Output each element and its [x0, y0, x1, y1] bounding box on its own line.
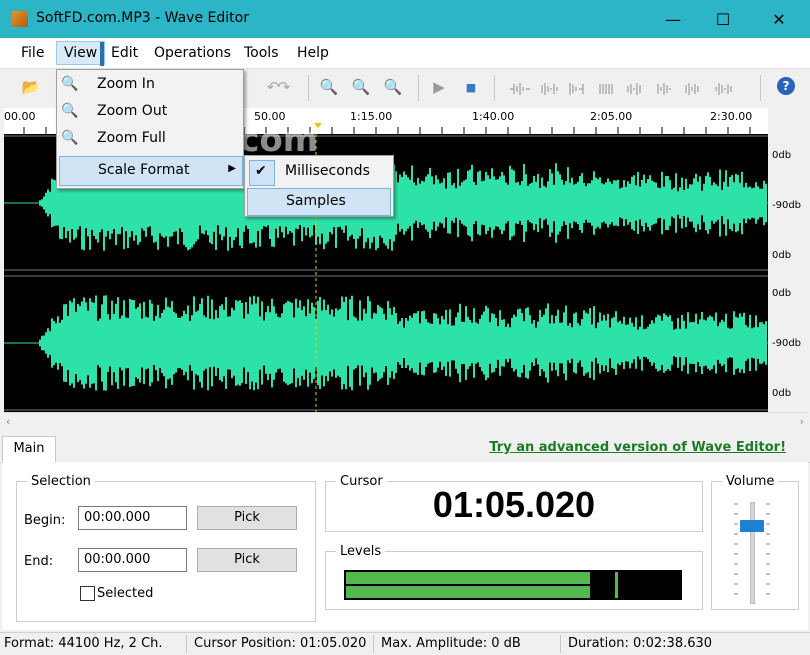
scroll-left-icon[interactable]: ‹	[6, 415, 10, 428]
menu-zoom-full[interactable]: 🔍 Zoom Full	[57, 125, 243, 152]
menu-file[interactable]: File	[14, 42, 51, 64]
zoom-in-icon: 🔍	[61, 76, 79, 92]
menu-operations[interactable]: Operations	[147, 42, 238, 64]
toolbar-separator	[760, 75, 761, 101]
zoom-full-icon[interactable]: 🔍	[382, 76, 404, 98]
db-label: 0db	[772, 288, 792, 299]
status-max-amplitude: Max. Amplitude: 0 dB	[381, 636, 521, 651]
play-icon[interactable]: ▶	[428, 76, 450, 98]
status-separator	[186, 635, 187, 653]
db-scale: 0db -90db 0db 0db -90db 0db	[768, 134, 806, 412]
menu-zoom-out[interactable]: 🔍 Zoom Out	[57, 98, 243, 125]
toolbar-separator	[308, 75, 309, 101]
toolbar-separator	[418, 75, 419, 101]
menu-scale-format[interactable]: Scale Format ▶	[59, 156, 243, 186]
menu-view[interactable]: View	[56, 41, 106, 65]
status-bar: Format: 44100 Hz, 2 Ch. Cursor Position:…	[0, 632, 810, 655]
menu-zoom-full-label: Zoom Full	[97, 130, 166, 146]
timeline-label: 00.00	[4, 110, 36, 123]
status-separator	[560, 635, 561, 653]
volume-legend: Volume	[726, 474, 775, 489]
open-icon[interactable]: 📂	[20, 76, 42, 98]
db-label: 0db	[772, 250, 792, 261]
end-label: End:	[24, 554, 54, 569]
tab-main[interactable]: Main	[2, 436, 56, 463]
begin-field[interactable]: 00:00.000	[78, 506, 187, 530]
submenu-samples-label: Samples	[286, 193, 346, 209]
scroll-right-icon[interactable]: ›	[800, 415, 804, 428]
maximize-button[interactable]: ☐	[700, 0, 746, 38]
status-format: Format: 44100 Hz, 2 Ch.	[4, 636, 163, 651]
menu-scale-format-label: Scale Format	[98, 162, 190, 178]
wave-op-icons[interactable]	[508, 82, 748, 96]
status-separator	[373, 635, 374, 653]
end-field[interactable]: 00:00.000	[78, 548, 187, 572]
levels-legend: Levels	[340, 544, 382, 559]
db-label: 0db	[772, 388, 792, 399]
menu-zoom-in[interactable]: 🔍 Zoom In	[57, 71, 243, 98]
status-cursor-position: Cursor Position: 01:05.020	[194, 636, 367, 651]
timeline-label: 1:40.00	[472, 110, 515, 123]
zoom-out-icon: 🔍	[61, 103, 79, 119]
selected-checkbox[interactable]	[80, 586, 95, 601]
redo-icon[interactable]: ↷	[273, 76, 295, 98]
zoom-full-icon: 🔍	[61, 130, 79, 146]
menu-tools[interactable]: Tools	[237, 42, 286, 64]
close-button[interactable]: ✕	[756, 0, 802, 38]
level-left-bar	[346, 572, 590, 584]
volume-slider[interactable]	[722, 502, 782, 604]
level-peak-marker	[615, 572, 618, 598]
menu-zoom-in-label: Zoom In	[97, 76, 155, 92]
selected-label: Selected	[97, 586, 154, 601]
timeline-label: 2:30.00	[710, 110, 753, 123]
begin-pick-button[interactable]: Pick	[197, 506, 297, 530]
levels-meter	[344, 570, 682, 600]
submenu-arrow-icon: ▶	[228, 163, 236, 174]
help-icon[interactable]: ?	[777, 77, 795, 95]
toolbar-separator	[494, 75, 495, 101]
waveform-channel-2	[39, 295, 767, 391]
main-panel: Selection Begin: 00:00.000 Pick End: 00:…	[2, 462, 808, 630]
check-icon-box: ✔	[249, 160, 275, 186]
status-duration: Duration: 0:02:38.630	[568, 636, 713, 651]
end-pick-button[interactable]: Pick	[197, 548, 297, 572]
scale-format-submenu: ✔ Milliseconds Samples	[244, 155, 394, 217]
view-menu: 🔍 Zoom In 🔍 Zoom Out 🔍 Zoom Full Scale F…	[56, 69, 244, 189]
timeline-label: 2:05.00	[590, 110, 633, 123]
menu-help[interactable]: Help	[290, 42, 336, 64]
zoom-in-icon[interactable]: 🔍	[318, 76, 340, 98]
menu-bar: File View Edit Operations Tools Help	[0, 38, 810, 69]
check-icon: ✔	[255, 163, 267, 179]
stop-icon[interactable]: ■	[460, 76, 482, 98]
zoom-out-icon[interactable]: 🔍	[350, 76, 372, 98]
submenu-samples[interactable]: Samples	[247, 188, 391, 216]
title-bar: SoftFD.com.MP3 - Wave Editor — ☐ ✕	[0, 0, 810, 38]
volume-ticks	[734, 503, 770, 595]
cursor-time-display: 01:05.020	[432, 484, 596, 525]
level-right-bar	[346, 586, 590, 598]
begin-label: Begin:	[24, 513, 66, 528]
db-label: -90db	[772, 200, 802, 211]
submenu-milliseconds[interactable]: Milliseconds	[285, 158, 370, 185]
promo-link[interactable]: Try an advanced version of Wave Editor!	[489, 440, 786, 455]
wave-op-icons-strip	[510, 83, 732, 95]
selection-legend: Selection	[31, 474, 91, 489]
menu-zoom-out-label: Zoom Out	[97, 103, 168, 119]
app-icon	[12, 11, 28, 27]
db-label: 0db	[772, 150, 792, 161]
timeline-label: 1:15.00	[350, 110, 393, 123]
menu-edit[interactable]: Edit	[104, 42, 145, 64]
minimize-button[interactable]: —	[650, 0, 696, 38]
window-title: SoftFD.com.MP3 - Wave Editor	[36, 10, 249, 26]
horizontal-scrollbar[interactable]: ‹ ›	[4, 412, 808, 431]
db-label: -90db	[772, 338, 802, 349]
